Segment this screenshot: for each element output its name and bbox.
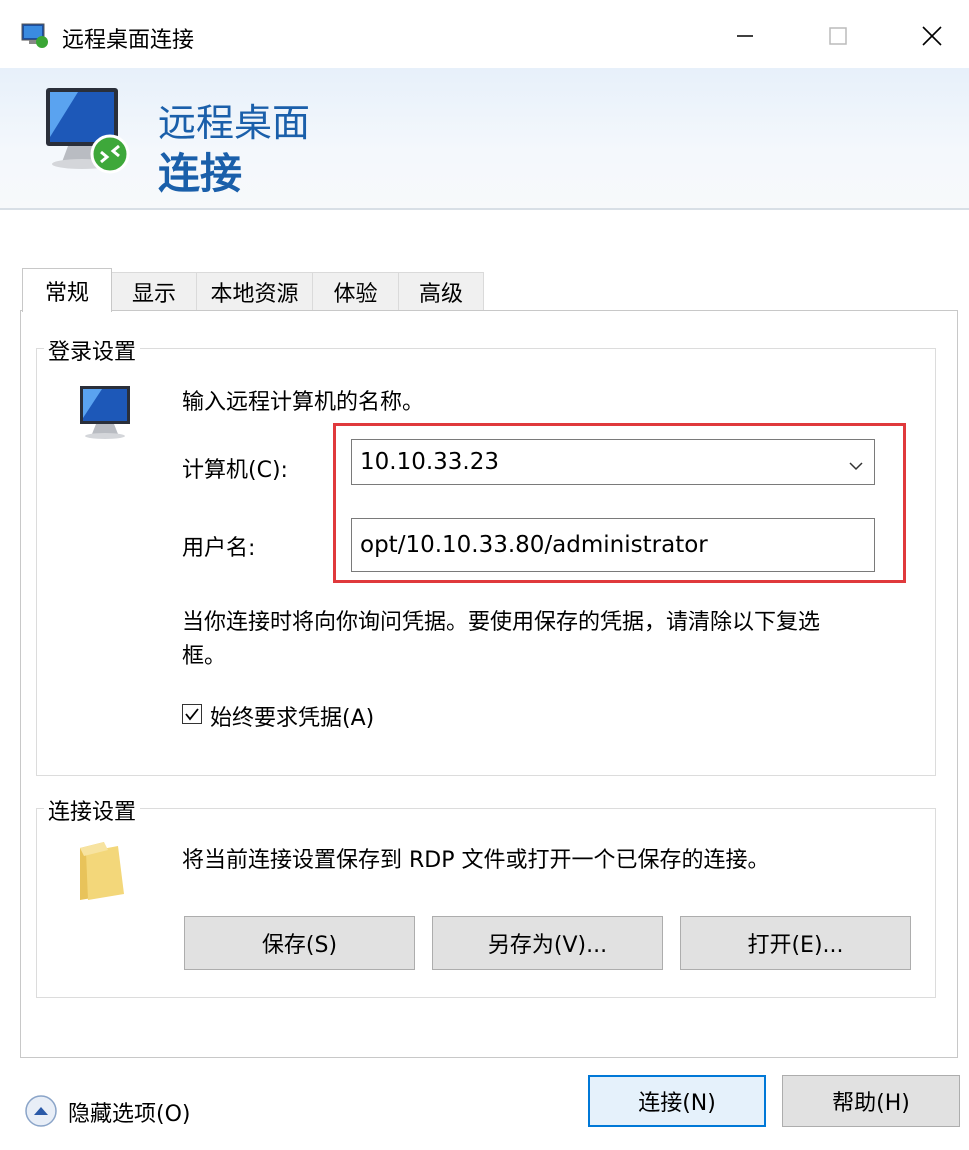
checkmark-icon	[185, 708, 199, 721]
connect-button[interactable]: 连接(N)	[588, 1075, 766, 1127]
maximize-icon	[829, 27, 847, 45]
save-as-button[interactable]: 另存为(V)...	[432, 916, 663, 970]
tab-experience[interactable]: 体验	[312, 272, 399, 310]
login-settings-legend: 登录设置	[44, 334, 141, 366]
close-button[interactable]	[902, 14, 962, 58]
login-description: 输入远程计算机的名称。	[182, 390, 425, 415]
username-value: opt/10.10.33.80/administrator	[360, 532, 708, 558]
tab-general[interactable]: 常规	[22, 268, 112, 312]
tab-display[interactable]: 显示	[111, 272, 197, 310]
username-label: 用户名:	[182, 536, 256, 561]
always-ask-credentials-label[interactable]: 始终要求凭据(A)	[210, 700, 374, 732]
maximize-button[interactable]	[808, 14, 868, 58]
collapse-options-icon[interactable]	[24, 1094, 58, 1132]
username-input[interactable]: opt/10.10.33.80/administrator	[351, 518, 875, 572]
folder-icon	[74, 838, 130, 908]
banner-title-line2: 连接	[158, 149, 243, 198]
remote-desktop-monitor-icon	[38, 82, 138, 186]
minimize-button[interactable]	[715, 14, 775, 58]
window-title: 远程桌面连接	[62, 28, 195, 53]
banner-title-line1: 远程桌面	[158, 101, 311, 145]
tab-advanced[interactable]: 高级	[398, 272, 484, 310]
minimize-icon	[737, 35, 753, 37]
help-button[interactable]: 帮助(H)	[782, 1075, 960, 1127]
credentials-note-line1: 当你连接时将向你询问凭据。要使用保存的凭据，请清除以下复选	[182, 610, 821, 635]
save-button[interactable]: 保存(S)	[184, 916, 415, 970]
always-ask-credentials-checkbox[interactable]	[182, 704, 202, 724]
hide-options-link[interactable]: 隐藏选项(O)	[68, 1096, 190, 1128]
computer-combobox[interactable]: 10.10.33.23	[351, 439, 875, 485]
credentials-note-line2: 框。	[182, 644, 227, 669]
app-icon	[20, 22, 50, 54]
title-bar: 远程桌面连接	[0, 0, 969, 72]
close-icon	[922, 26, 942, 46]
open-button[interactable]: 打开(E)...	[680, 916, 911, 970]
computer-value: 10.10.33.23	[360, 449, 499, 475]
chevron-down-icon[interactable]	[848, 454, 864, 480]
connection-description: 将当前连接设置保存到 RDP 文件或打开一个已保存的连接。	[182, 848, 770, 873]
computer-label: 计算机(C):	[182, 458, 288, 483]
tab-local-resources[interactable]: 本地资源	[196, 272, 313, 310]
computer-icon	[70, 380, 140, 448]
header-banner	[0, 68, 969, 210]
connection-settings-legend: 连接设置	[44, 794, 141, 826]
